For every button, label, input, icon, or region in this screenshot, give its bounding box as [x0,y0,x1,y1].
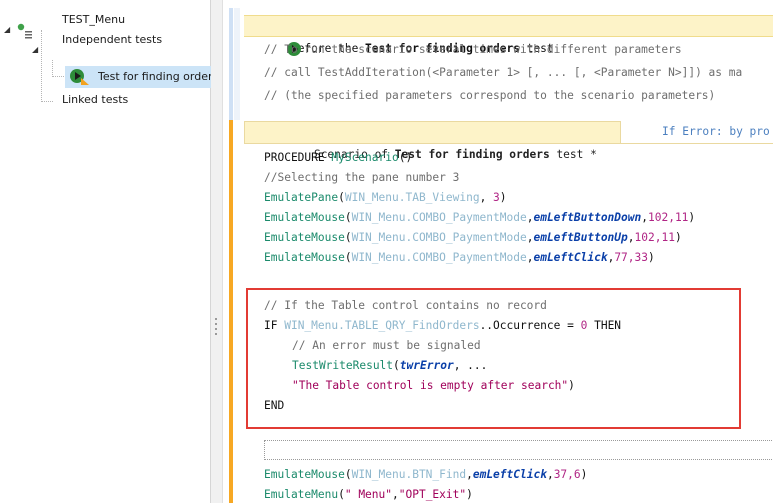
tab-on-error[interactable]: If Error: by pro [662,121,773,143]
code-comment: // (the specified parameters correspond … [264,89,716,102]
code-line-emulate-mouse: EmulateMouse(WIN_Menu.COMBO_PaymentMode,… [264,251,655,264]
code-line-emulate-mouse: EmulateMouse(WIN_Menu.BTN_Find,emLeftCli… [264,468,588,481]
gutter-marker [229,8,233,120]
code-line-emulate-menu: EmulateMenu(" Menu","OPT_Exit") [264,488,473,501]
code-line-end: END [264,399,285,412]
expand-arrow-icon[interactable]: ◢ [4,20,10,40]
code-comment: // To run the scenario several times wit… [264,43,682,56]
code-comment: // If the Table control contains no reco… [264,299,547,312]
tab-test-name: Test for finding orders [394,148,550,161]
test-tree-panel: ◢ TEST_Menu ◢ Independent tests Test for… [0,0,213,503]
code-line-procedure: PROCEDURE MyScenario() [264,151,413,164]
code-line-emulate-mouse: EmulateMouse(WIN_Menu.COMBO_PaymentMode,… [264,211,696,224]
tree-group-independent[interactable]: ◢ Independent tests [30,33,210,60]
tree-connector [52,60,53,77]
code-line-string: "The Table control is empty after search… [292,379,575,392]
tree-root-label: TEST_Menu [62,13,126,26]
code-editor[interactable]: Before the Test for finding orders test … [224,0,773,503]
tab-suffix: test * [549,148,597,161]
tab-scenario[interactable]: Scenario of Test for finding orders test… [244,121,621,161]
tree-item-test-for-finding-order[interactable]: Test for finding order [65,66,213,88]
code-line-emulate-mouse: EmulateMouse(WIN_Menu.COMBO_PaymentMode,… [264,231,682,244]
code-line-emulate-pane: EmulatePane(WIN_Menu.TAB_Viewing, 3) [264,191,507,204]
code-comment: // An error must be signaled [292,339,481,352]
splitter-grip-icon[interactable] [214,318,219,340]
tree-group-label: Linked tests [62,93,129,106]
code-comment: //Selecting the pane number 3 [264,171,460,184]
expand-arrow-icon[interactable]: ◢ [32,40,38,60]
tree-group-label: Independent tests [62,33,163,46]
collapsed-block[interactable] [264,440,773,460]
tree-connector [52,76,66,77]
gutter-marker [229,120,233,503]
code-line-if: IF WIN_Menu.TABLE_QRY_FindOrders..Occurr… [264,319,622,332]
code-line-test-write-result: TestWriteResult(twrError, ... [292,359,488,372]
before-section-header: Before the Test for finding orders test [244,15,773,56]
gutter-strip [234,8,240,120]
code-comment: // call TestAddIteration(<Parameter 1> [… [264,66,743,79]
panel-splitter[interactable] [211,0,223,503]
tree-item-label: Test for finding order [98,70,213,83]
tree-group-linked[interactable]: Linked tests [30,90,210,110]
